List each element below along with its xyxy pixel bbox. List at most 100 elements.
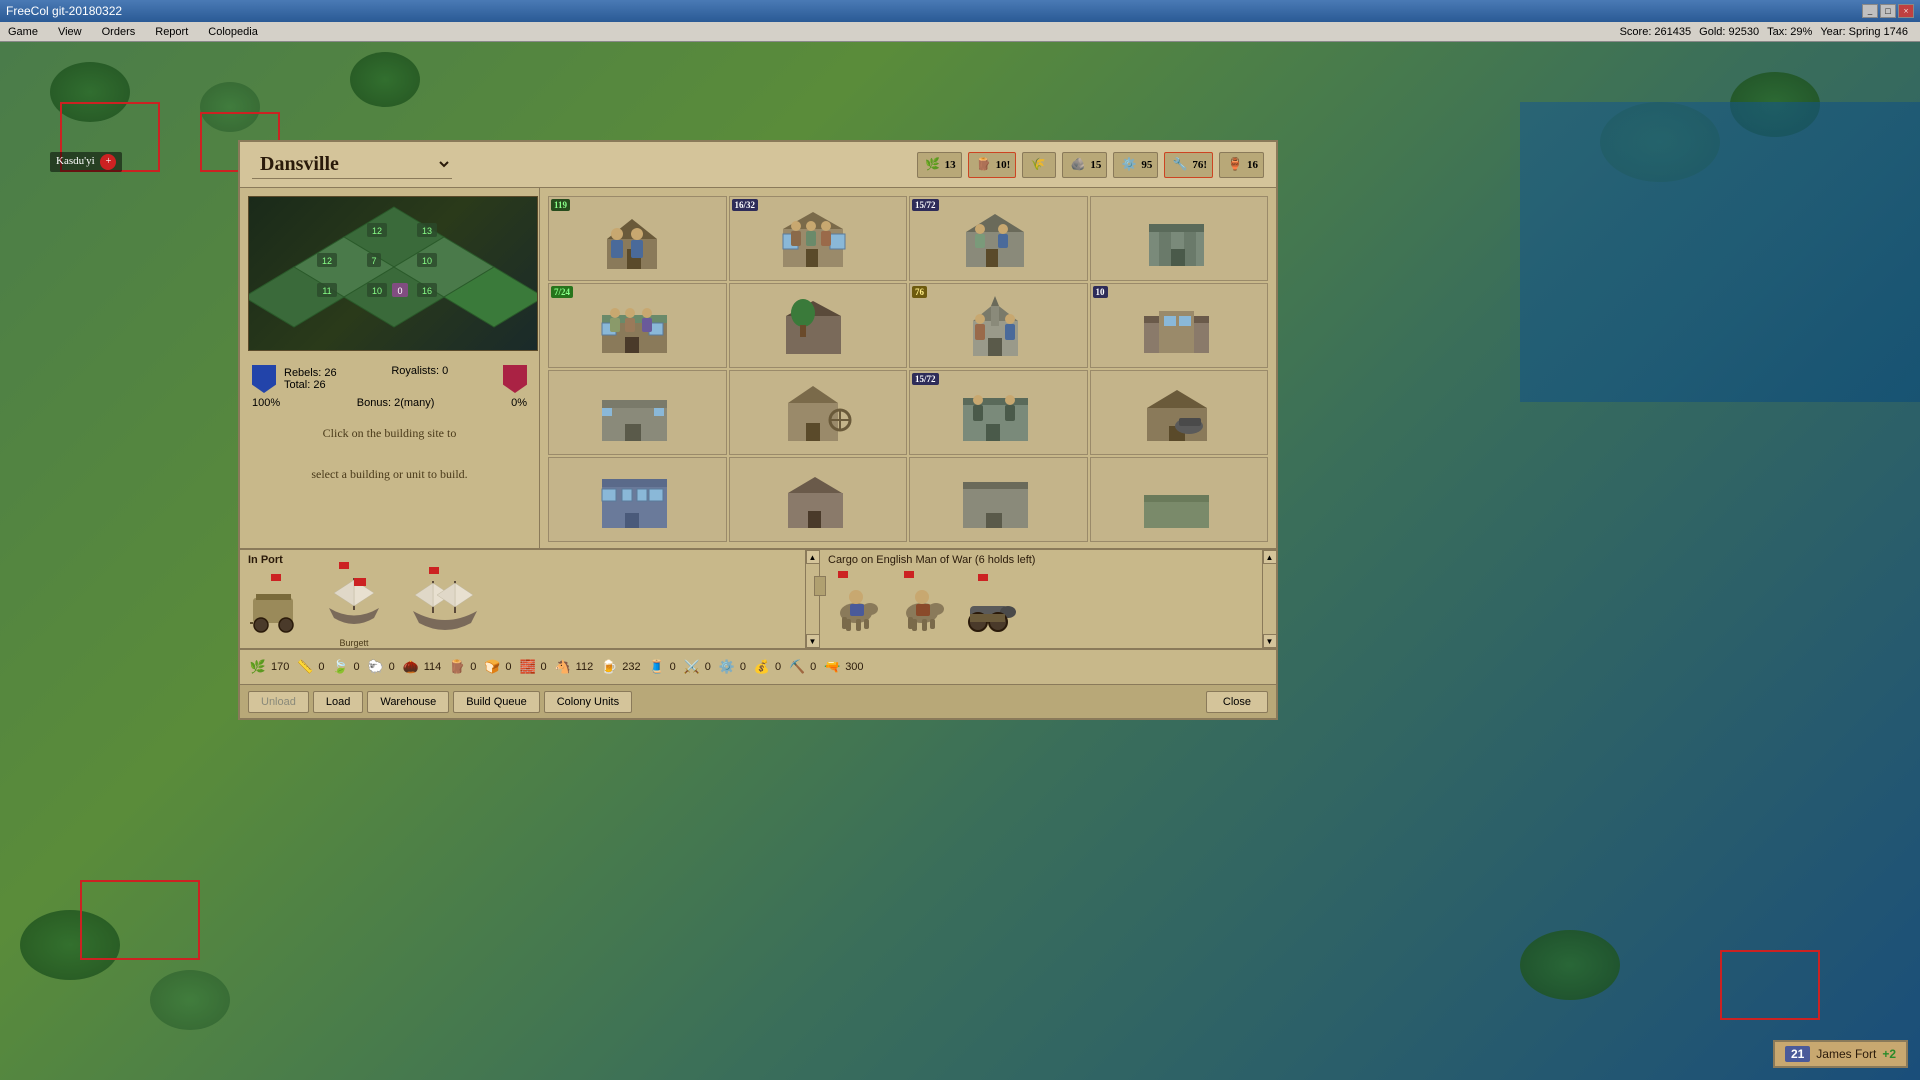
building-slot-8[interactable]: 10: [1090, 283, 1269, 368]
colony-stats: Rebels: 26 Total: 26 Royalists: 0 100% B…: [240, 359, 539, 417]
resource-misc: 🏺 16: [1219, 152, 1264, 178]
building-slot-4[interactable]: [1090, 196, 1269, 281]
resource-icons: 🌿 13 🪵 10! 🌾 🪨 15 ⚙️ 95 🔧 76!: [917, 152, 1264, 178]
res-cigars-icon: 🧵: [647, 657, 667, 677]
kasduyi-label: Kasdu'yi +: [50, 152, 122, 172]
fort-value: +2: [1882, 1047, 1896, 1061]
res-cloth-icon: ⚔️: [682, 657, 702, 677]
building-slot-6[interactable]: [729, 283, 908, 368]
res-bar-lumber: 🪵 0: [447, 657, 476, 677]
building-slot-5[interactable]: 7/24: [548, 283, 727, 368]
close-window-button[interactable]: ×: [1898, 4, 1914, 18]
res-lumber-icon: 🪵: [447, 657, 467, 677]
fort-name: James Fort: [1816, 1047, 1876, 1061]
menu-view[interactable]: View: [54, 25, 86, 39]
minimize-button[interactable]: _: [1862, 4, 1878, 18]
building-slot-12[interactable]: [1090, 370, 1269, 455]
building-slot-3[interactable]: 15/72: [909, 196, 1088, 281]
cargo-unit-cavalry-2[interactable]: [894, 575, 944, 640]
res-furs-icon: 🌰: [401, 657, 421, 677]
menu-report[interactable]: Report: [151, 25, 192, 39]
res-bar-furs: 🌰 114: [401, 657, 442, 677]
colony-body: 12 13 12 7 10 10 11 16: [240, 188, 1276, 548]
res-ore-icon: 🍞: [482, 657, 502, 677]
colony-dialog: Dansville 🌿 13 🪵 10! 🌾 🪨 15 ⚙️ 95: [238, 140, 1278, 720]
menu-bar: Game View Orders Report Colopedia Score:…: [0, 22, 1920, 42]
cavalry-flag-2: [904, 571, 914, 578]
svg-text:0: 0: [397, 286, 402, 296]
tax-display: Tax: 29%: [1767, 26, 1812, 38]
royalist-shield: [503, 365, 527, 393]
building-badge-2: 16/32: [732, 199, 759, 211]
res-bar-cigars: 🧵 0: [647, 657, 676, 677]
action-buttons: Unload Load Warehouse Build Queue Colony…: [240, 684, 1276, 718]
menu-orders[interactable]: Orders: [98, 25, 140, 39]
menu-colopedia[interactable]: Colopedia: [204, 25, 262, 39]
building-slot-14[interactable]: [729, 457, 908, 542]
resource-food: 🌿 13: [917, 152, 962, 178]
svg-text:10: 10: [372, 286, 382, 296]
res-coats-icon: ⚙️: [717, 657, 737, 677]
building-badge-3: 15/72: [912, 199, 939, 211]
res-cotton-icon: 🐑: [366, 657, 386, 677]
svg-text:7: 7: [371, 256, 376, 266]
building-slot-13[interactable]: [548, 457, 727, 542]
svg-text:12: 12: [322, 256, 332, 266]
svg-text:16: 16: [422, 286, 432, 296]
unit-flag-2: [339, 562, 349, 569]
resource-grain: 🌾: [1022, 152, 1056, 178]
fort-notification: 21 James Fort +2: [1773, 1040, 1908, 1068]
colony-name-select[interactable]: Dansville: [252, 150, 452, 179]
instruction-line1: Click on the building site to: [252, 425, 527, 442]
building-slot-7[interactable]: 76: [909, 283, 1088, 368]
building-slot-10[interactable]: [729, 370, 908, 455]
svg-text:13: 13: [422, 226, 432, 236]
close-dialog-button[interactable]: Close: [1206, 691, 1268, 713]
cargo-scroll-up[interactable]: ▲: [1263, 550, 1277, 564]
royalist-percent: 0%: [511, 397, 527, 409]
unload-button[interactable]: Unload: [248, 691, 309, 713]
colony-map[interactable]: 12 13 12 7 10 10 11 16: [248, 196, 538, 351]
port-scroll-down[interactable]: ▼: [806, 634, 820, 648]
build-queue-button[interactable]: Build Queue: [453, 691, 540, 713]
res-bar-food: 🌿 170: [248, 657, 289, 677]
cannon-flag: [978, 574, 988, 581]
menu-game[interactable]: Game: [4, 25, 42, 39]
load-button[interactable]: Load: [313, 691, 363, 713]
total-label: Total: 26: [284, 379, 337, 391]
maximize-button[interactable]: □: [1880, 4, 1896, 18]
building-slot-2[interactable]: 16/32: [729, 196, 908, 281]
port-unit-ship-large[interactable]: [405, 573, 485, 643]
cargo-unit-cannon[interactable]: [960, 578, 1020, 638]
colony-map-inner: 12 13 12 7 10 10 11 16: [249, 197, 537, 350]
port-unit-ship-small[interactable]: Burgett: [319, 568, 389, 648]
res-bar-cloth: ⚔️ 0: [682, 657, 711, 677]
building-slot-1[interactable]: 119: [548, 196, 727, 281]
unit-flag-1: [271, 574, 281, 581]
resource-bar: 🌿 170 📏 0 🍃 0 🐑 0 🌰 114 🪵 0 🍞 0 🧱: [240, 648, 1276, 684]
building-slot-15[interactable]: [909, 457, 1088, 542]
stats-row-percent: 100% Bonus: 2(many) 0%: [252, 397, 527, 409]
port-scroll-up[interactable]: ▲: [806, 550, 820, 564]
grain-icon: 🌾: [1028, 155, 1048, 175]
colony-units-button[interactable]: Colony Units: [544, 691, 632, 713]
bonus-label: Bonus: 2(many): [357, 397, 435, 409]
res-silver-icon: 🧱: [518, 657, 538, 677]
building-slot-11[interactable]: 15/72: [909, 370, 1088, 455]
resource-stone: 🪨 15: [1062, 152, 1107, 178]
cargo-scroll-down[interactable]: ▼: [1263, 634, 1277, 648]
res-bar-cotton: 🐑 0: [366, 657, 395, 677]
cargo-unit-cavalry-1[interactable]: [828, 575, 878, 640]
building-badge-11: 15/72: [912, 373, 939, 385]
food-icon: 🌿: [923, 155, 943, 175]
port-unit-wagon[interactable]: [248, 578, 303, 638]
res-rum-icon: 🍺: [599, 657, 619, 677]
res-bar-tobacco: 📏 0: [295, 657, 324, 677]
res-tools-icon: ⛏️: [787, 657, 807, 677]
svg-text:11: 11: [322, 286, 331, 296]
building-slot-9[interactable]: [548, 370, 727, 455]
warehouse-button[interactable]: Warehouse: [367, 691, 449, 713]
bottom-section: In Port: [240, 548, 1276, 648]
res-bar-coats: ⚙️ 0: [717, 657, 746, 677]
building-slot-16[interactable]: [1090, 457, 1269, 542]
